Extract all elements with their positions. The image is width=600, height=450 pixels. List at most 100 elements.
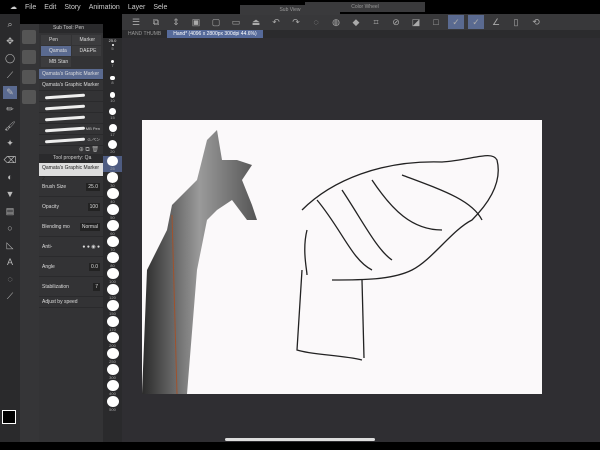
transform-icon[interactable]: ◆	[348, 15, 364, 29]
pen-tool-icon[interactable]: ✎	[3, 86, 17, 99]
fill-icon[interactable]: ◍	[328, 15, 344, 29]
new-icon[interactable]: ⧉	[148, 15, 164, 29]
brush-size-dot	[106, 396, 119, 407]
deselect-icon[interactable]: ⊘	[388, 15, 404, 29]
brush-size-option[interactable]: 30	[103, 172, 122, 188]
brush-size-option[interactable]: 7	[103, 60, 122, 76]
fill-tool-icon[interactable]: ▼	[3, 188, 17, 201]
move-icon[interactable]: ✥	[3, 35, 17, 48]
brush-size-value[interactable]: 25.0	[86, 182, 100, 191]
print-icon[interactable]: ⏏	[248, 15, 264, 29]
tab-hand[interactable]: Hand* (4096 x 2800px 300dpi 44.6%)	[167, 30, 263, 38]
eyedropper-icon[interactable]: ⟋	[3, 69, 17, 82]
menu-select[interactable]: Sele	[153, 4, 167, 11]
figure-icon[interactable]: ○	[3, 222, 17, 235]
snap-ruler-icon[interactable]: ✓	[448, 15, 464, 29]
brush-size-option[interactable]: 120	[103, 284, 122, 300]
brush-size-option[interactable]: 80	[103, 252, 122, 268]
brush-size-option[interactable]: 500	[103, 396, 122, 412]
selection-icon[interactable]: □	[428, 15, 444, 29]
blending-select[interactable]: Normal	[79, 222, 100, 231]
anti-alias-options[interactable]: ● ● ◉ ●	[82, 244, 100, 250]
redo-icon[interactable]: ↷	[288, 15, 304, 29]
brush-size-option[interactable]: 170	[103, 316, 122, 332]
undo-icon[interactable]: ↶	[268, 15, 284, 29]
brush-size-option[interactable]: 40	[103, 188, 122, 204]
delete-icon[interactable]: 🗑	[91, 147, 99, 153]
group-daepe[interactable]: DAEPE	[71, 46, 101, 56]
frame-icon[interactable]: ◺	[3, 239, 17, 252]
blend-icon[interactable]: ◐	[3, 171, 17, 184]
subtool-stroke[interactable]	[39, 113, 103, 124]
subtool-stroke[interactable]	[39, 102, 103, 113]
subtool-group-icon[interactable]	[22, 70, 36, 84]
clear-icon[interactable]: ◌	[308, 15, 324, 29]
invert-icon[interactable]: ◪	[408, 15, 424, 29]
group-qamata[interactable]: Qamata	[41, 46, 71, 56]
folder-icon[interactable]: ▭	[228, 15, 244, 29]
subtool-group-icon[interactable]	[22, 50, 36, 64]
brush-size-option[interactable]: 200	[103, 332, 122, 348]
subtool-stroke[interactable]: MB Pen	[39, 124, 103, 135]
menu-edit[interactable]: Edit	[44, 4, 56, 11]
settings-icon[interactable]: ⟲	[528, 15, 544, 29]
balloon-icon[interactable]: ◌	[3, 273, 17, 286]
brush-size-option[interactable]: 400	[103, 380, 122, 396]
brush-size-option[interactable]: 60	[103, 220, 122, 236]
app-logo-icon[interactable]: ☁	[10, 3, 17, 11]
zoom-icon[interactable]: ⌕	[3, 18, 17, 31]
eraser-icon[interactable]: ⌫	[3, 154, 17, 167]
brush-size-option[interactable]: 20	[103, 140, 122, 156]
canvas-area[interactable]	[122, 38, 600, 442]
brush-size-option[interactable]: 150	[103, 300, 122, 316]
device-icon[interactable]: ▯	[508, 15, 524, 29]
opacity-value[interactable]: 100	[87, 202, 100, 211]
brush-size-option[interactable]: 250	[103, 348, 122, 364]
group-pen[interactable]: Pen	[41, 35, 71, 45]
gradient-icon[interactable]: ▤	[3, 205, 17, 218]
group-marker[interactable]: Marker	[71, 35, 101, 45]
brush-icon[interactable]: 🖌	[3, 120, 17, 133]
group-mb-stan[interactable]: MB Stan	[41, 57, 71, 67]
adjust-by-speed-checkbox[interactable]: Adjust by speed	[39, 297, 103, 308]
brush-size-option[interactable]: 5	[103, 44, 122, 60]
brush-size-option[interactable]: 15	[103, 108, 122, 124]
brush-size-option[interactable]: 10	[103, 92, 122, 108]
brush-size-option[interactable]: 17	[103, 124, 122, 140]
brush-size-option[interactable]: 300	[103, 364, 122, 380]
crop-icon[interactable]: ⌗	[368, 15, 384, 29]
gallery-icon[interactable]: ▣	[188, 15, 204, 29]
subtool-group-icon[interactable]	[22, 30, 36, 44]
brush-size-option[interactable]: 70	[103, 236, 122, 252]
subtool-group-icon[interactable]	[22, 90, 36, 104]
open-icon[interactable]: ⇕	[168, 15, 184, 29]
airbrush-icon[interactable]: ✦	[3, 137, 17, 150]
brush-size-option[interactable]: 50	[103, 204, 122, 220]
color-wheel-title[interactable]: Color Wheel	[305, 2, 425, 12]
lasso-icon[interactable]: ◯	[3, 52, 17, 65]
snap-special-icon[interactable]: ✓	[468, 15, 484, 29]
stabilization-value[interactable]: 7	[93, 282, 100, 291]
menu-animation[interactable]: Animation	[89, 4, 120, 11]
subtool-stroke[interactable]	[39, 91, 103, 102]
pencil-icon[interactable]: ✏	[3, 103, 17, 116]
color-swatch[interactable]	[2, 410, 16, 424]
brush-size-option[interactable]: 8	[103, 76, 122, 92]
tab-hand-thumb[interactable]: HAND THUMB	[122, 30, 167, 38]
subtool-stroke[interactable]: G-ペン	[39, 135, 103, 146]
canvas-paper[interactable]	[142, 120, 542, 395]
menu-story[interactable]: Story	[64, 4, 80, 11]
save-icon[interactable]: ▢	[208, 15, 224, 29]
brush-size-option[interactable]: 100	[103, 268, 122, 284]
text-icon[interactable]: A	[3, 256, 17, 269]
home-indicator[interactable]	[225, 438, 375, 441]
subtool-item[interactable]: Qamata's Graphic Marker	[39, 69, 103, 80]
correct-line-icon[interactable]: ⟋	[3, 290, 17, 303]
menu-icon[interactable]: ☰	[128, 15, 144, 29]
angle-value[interactable]: 0.0	[89, 262, 100, 271]
brush-size-option[interactable]: 25	[103, 156, 122, 172]
snap-grid-icon[interactable]: ∠	[488, 15, 504, 29]
menu-layer[interactable]: Layer	[128, 4, 146, 11]
subtool-item[interactable]: Qamata's Graphic Marker	[39, 80, 103, 91]
menu-file[interactable]: File	[25, 4, 36, 11]
